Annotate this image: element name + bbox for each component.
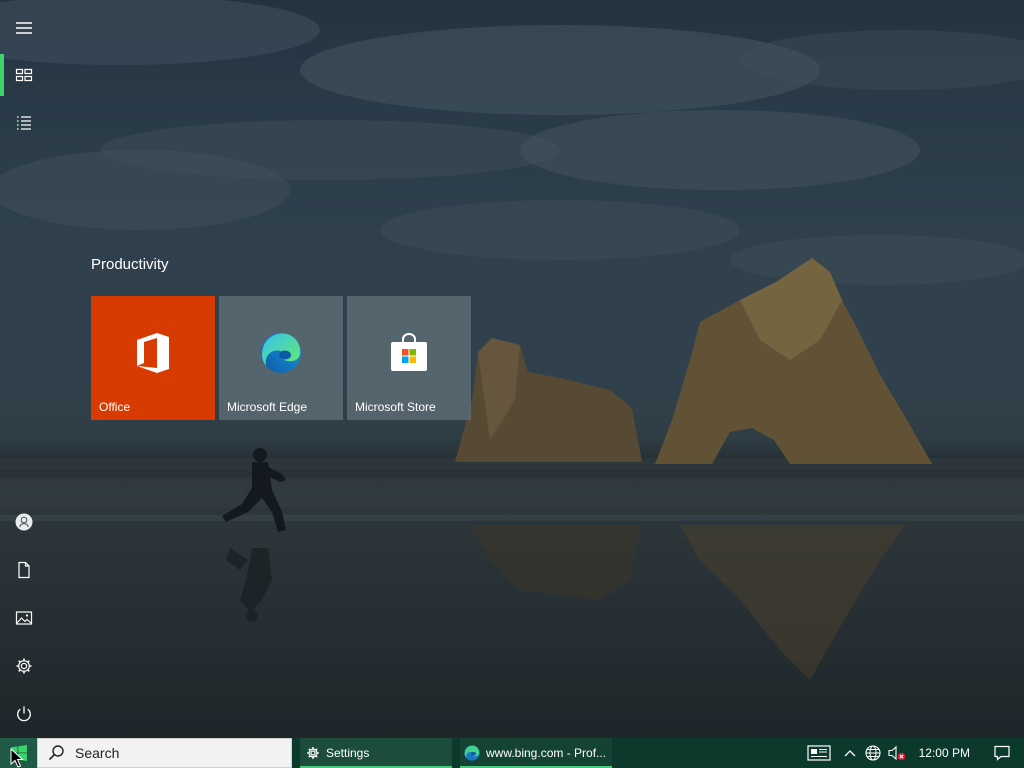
office-logo-icon bbox=[137, 333, 169, 374]
volume-button[interactable] bbox=[885, 738, 909, 768]
settings-gear-icon bbox=[16, 658, 32, 674]
search-placeholder: Search bbox=[75, 745, 120, 761]
all-apps-icon bbox=[17, 116, 31, 130]
search-icon bbox=[48, 745, 64, 761]
news-interests-button[interactable] bbox=[799, 738, 839, 768]
start-menu-rail bbox=[0, 0, 48, 738]
start-button[interactable] bbox=[0, 738, 37, 768]
power-icon bbox=[17, 706, 31, 722]
clock[interactable]: 12:00 PM bbox=[909, 738, 980, 768]
all-apps-button[interactable] bbox=[0, 99, 48, 147]
pictures-icon bbox=[15, 611, 33, 625]
hamburger-menu-icon bbox=[16, 22, 32, 34]
microsoft-store-tile[interactable]: Microsoft Store bbox=[347, 296, 471, 420]
settings-button[interactable] bbox=[0, 642, 48, 690]
edge-logo-icon bbox=[464, 745, 480, 761]
pinned-tiles-icon bbox=[15, 68, 33, 82]
mouse-cursor-icon bbox=[10, 748, 24, 768]
network-globe-icon bbox=[865, 745, 881, 761]
microsoft-edge-tile[interactable]: Microsoft Edge bbox=[219, 296, 343, 420]
power-button[interactable] bbox=[0, 690, 48, 738]
office-tile[interactable]: Office bbox=[91, 296, 215, 420]
pictures-button[interactable] bbox=[0, 594, 48, 642]
taskbar-search-box[interactable]: Search bbox=[37, 738, 292, 768]
store-bag-icon bbox=[391, 333, 427, 372]
taskbar-settings-app[interactable]: Settings bbox=[300, 738, 452, 768]
documents-icon bbox=[18, 561, 30, 579]
microsoft-store-tile-label: Microsoft Store bbox=[355, 400, 436, 414]
volume-muted-icon bbox=[888, 745, 905, 761]
expand-menu-button[interactable] bbox=[0, 4, 48, 52]
system-tray: 12:00 PM bbox=[799, 738, 1024, 768]
tile-group-title[interactable]: Productivity bbox=[91, 256, 169, 273]
office-tile-label: Office bbox=[99, 400, 131, 414]
edge-logo-icon bbox=[261, 333, 301, 374]
news-icon bbox=[807, 745, 831, 761]
microsoft-edge-tile-label: Microsoft Edge bbox=[227, 400, 308, 414]
taskbar-edge-app[interactable]: www.bing.com - Prof... bbox=[460, 738, 612, 768]
chevron-up-icon bbox=[844, 750, 856, 757]
user-account-icon bbox=[15, 513, 33, 531]
action-center-button[interactable] bbox=[980, 738, 1024, 768]
taskbar: Search Settings www.bing.com - Prof... 1… bbox=[0, 738, 1024, 768]
notifications-icon bbox=[994, 745, 1010, 761]
network-button[interactable] bbox=[861, 738, 885, 768]
documents-button[interactable] bbox=[0, 546, 48, 594]
taskbar-edge-label: www.bing.com - Prof... bbox=[486, 746, 607, 760]
pinned-tiles-button[interactable] bbox=[0, 51, 48, 99]
tile-group: Office Microsoft Edge Microsoft Store bbox=[91, 296, 471, 420]
show-hidden-icons-button[interactable] bbox=[839, 738, 861, 768]
settings-gear-icon bbox=[307, 747, 319, 759]
taskbar-settings-label: Settings bbox=[326, 746, 370, 760]
user-account-button[interactable] bbox=[0, 498, 48, 546]
